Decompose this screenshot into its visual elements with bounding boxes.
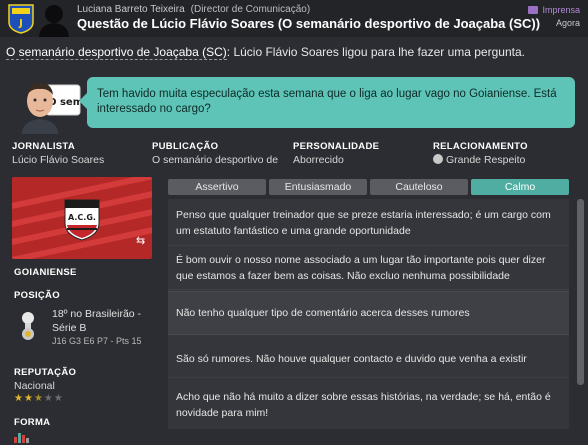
response-option[interactable]: São só rumores. Não houve qualquer conta…: [168, 351, 569, 367]
header-bar: J Luciana Barreto Teixeira (Director de C…: [0, 0, 588, 37]
face-sign-text: O sema: [48, 97, 82, 108]
half-star-icon: ★: [33, 393, 44, 404]
publication-link[interactable]: O semanário desportivo de Joaçaba (SC): [6, 45, 227, 60]
page-title: Questão de Lúcio Flávio Soares (O semaná…: [77, 16, 541, 31]
reporter-line: Luciana Barreto Teixeira (Director de Com…: [77, 4, 310, 15]
club-badge-icon[interactable]: J: [8, 4, 34, 34]
position-stats: J16 G3 E6 P7 - Pts 15: [52, 336, 142, 346]
tone-tabs: Assertivo Entusiasmado Cauteloso Calmo: [168, 179, 569, 195]
journalist-label: JORNALISTA: [12, 141, 75, 152]
club-panel: A.C.G. ⇆ GOIANIENSE POSIÇÃO 18º no Brasi…: [12, 177, 154, 445]
reporter-name[interactable]: Luciana Barreto Teixeira: [77, 4, 185, 15]
personality-info: PERSONALIDADE Aborrecido: [293, 141, 423, 166]
personality-label: PERSONALIDADE: [293, 141, 380, 152]
form-label: FORMA: [14, 417, 51, 428]
league-trophy-icon: [22, 312, 34, 340]
journalist-face-icon[interactable]: O sema: [16, 79, 82, 134]
question-bubble: Tem havido muita especulação esta semana…: [79, 77, 575, 128]
publication-label: PUBLICAÇÃO: [152, 141, 219, 152]
staff-avatar-icon: [36, 0, 72, 37]
publication-value[interactable]: O semanário desportivo de Joaçaba (SC): [152, 154, 282, 166]
tab-assertive[interactable]: Assertivo: [168, 179, 266, 195]
publication-info: PUBLICAÇÃO O semanário desportivo de Joa…: [152, 141, 282, 166]
tab-cautious[interactable]: Cauteloso: [370, 179, 468, 195]
response-scrollbar[interactable]: [577, 199, 584, 385]
response-option[interactable]: Penso que qualquer treinador que se prez…: [168, 207, 569, 239]
tab-enthusiastic[interactable]: Entusiasmado: [269, 179, 367, 195]
time-label: Agora: [555, 18, 580, 28]
svg-text:J: J: [18, 18, 23, 29]
response-option[interactable]: Acho que não há muito a dizer sobre essa…: [168, 389, 569, 421]
relationship-value: Grande Respeito: [446, 154, 526, 166]
response-option-selected[interactable]: Não tenho qualquer tipo de comentário ac…: [168, 291, 569, 335]
reputation-value: Nacional: [14, 380, 55, 392]
relationship-row: Grande Respeito: [433, 154, 578, 166]
crest-text: A.C.G.: [68, 213, 96, 222]
club-name[interactable]: GOIANIENSE: [14, 267, 77, 278]
press-icon: [528, 6, 539, 14]
response-option[interactable]: É bom ouvir o nosso nome associado a um …: [168, 252, 569, 284]
star-icon: ★: [14, 393, 24, 404]
press-tag: Imprensa: [528, 5, 580, 15]
intro-text: O semanário desportivo de Joaçaba (SC): …: [6, 45, 525, 60]
intro-message: : Lúcio Flávio Soares ligou para lhe faz…: [226, 45, 525, 59]
reputation-stars: ★★★★★: [14, 393, 64, 404]
personality-value: Aborrecido: [293, 154, 344, 166]
response-list: Penso que qualquer treinador que se prez…: [168, 199, 569, 429]
form-chart-icon: [14, 433, 29, 443]
journalist-value[interactable]: Lúcio Flávio Soares: [12, 154, 142, 166]
club-crest-icon[interactable]: A.C.G.: [64, 199, 100, 241]
reporter-role: (Director de Comunicação): [190, 4, 311, 15]
press-label: Imprensa: [542, 5, 580, 15]
reputation-label: REPUTAÇÃO: [14, 367, 77, 378]
star-empty-icon: ★: [43, 393, 54, 404]
tab-calm[interactable]: Calmo: [471, 179, 569, 195]
stadium-image: A.C.G. ⇆: [12, 177, 152, 259]
position-line2: Série B: [52, 322, 87, 334]
swap-icon[interactable]: ⇆: [136, 234, 145, 247]
respect-icon: [433, 154, 443, 164]
position-line1: 18º no Brasileirão -: [52, 308, 142, 320]
relationship-info: RELACIONAMENTO Grande Respeito: [433, 141, 578, 166]
relationship-label: RELACIONAMENTO: [433, 141, 528, 152]
position-label: POSIÇÃO: [14, 290, 60, 301]
star-empty-icon: ★: [53, 393, 64, 404]
journalist-info: JORNALISTA Lúcio Flávio Soares: [12, 141, 142, 166]
star-icon: ★: [23, 393, 34, 404]
